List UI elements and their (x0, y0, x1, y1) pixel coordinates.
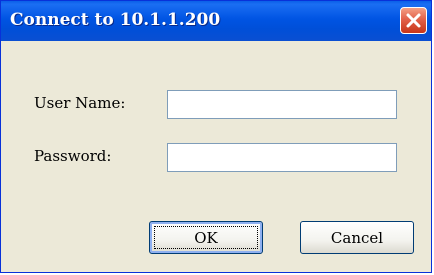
password-input[interactable] (167, 143, 397, 172)
title-bar[interactable]: Connect to 10.1.1.200 (1, 1, 431, 41)
cancel-button-label: Cancel (330, 228, 384, 247)
ok-button-label: OK (194, 228, 218, 247)
dialog-body: User Name: Password: OK Cancel (4, 41, 428, 269)
dialog-title: Connect to 10.1.1.200 (10, 10, 221, 30)
ok-button[interactable]: OK (149, 221, 263, 254)
connect-dialog: Connect to 10.1.1.200 User Name: Passwor… (0, 0, 432, 273)
close-icon (406, 13, 421, 28)
password-label: Password: (34, 147, 112, 165)
username-label: User Name: (34, 94, 126, 112)
cancel-button[interactable]: Cancel (300, 221, 414, 254)
close-button[interactable] (400, 7, 427, 34)
username-input[interactable] (167, 90, 397, 119)
